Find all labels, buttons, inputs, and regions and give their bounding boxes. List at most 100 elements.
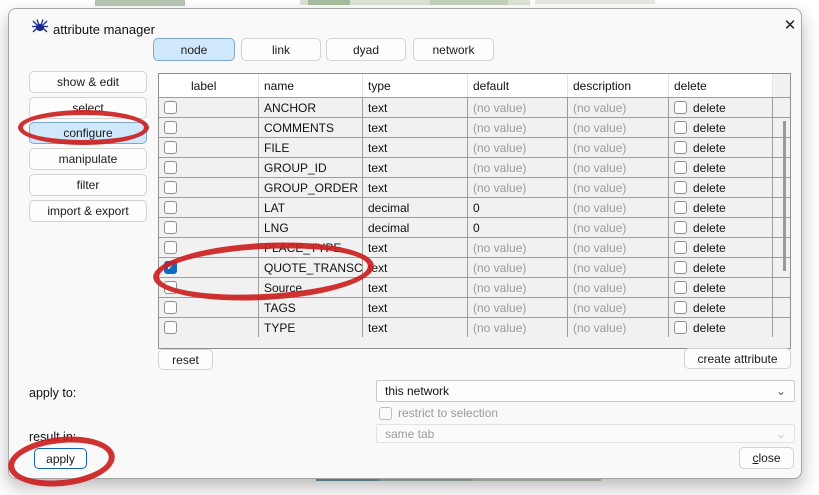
- description-cell[interactable]: (no value): [568, 98, 669, 117]
- row-label-checkbox[interactable]: [164, 181, 177, 194]
- row-label-checkbox[interactable]: ✓: [164, 261, 177, 274]
- dialog-title: attribute manager: [53, 22, 155, 37]
- app-icon: [31, 18, 49, 35]
- default-cell[interactable]: (no value): [468, 258, 568, 277]
- type-cell[interactable]: decimal: [363, 218, 468, 237]
- row-delete-checkbox[interactable]: [674, 101, 687, 114]
- row-label-checkbox[interactable]: [164, 141, 177, 154]
- column-header-type: type: [363, 74, 468, 97]
- type-cell[interactable]: text: [363, 178, 468, 197]
- row-delete-checkbox[interactable]: [674, 221, 687, 234]
- row-delete-checkbox[interactable]: [674, 241, 687, 254]
- create-attribute-button[interactable]: create attribute: [684, 348, 791, 369]
- default-cell[interactable]: (no value): [468, 158, 568, 177]
- description-cell[interactable]: (no value): [568, 118, 669, 137]
- name-cell[interactable]: LAT: [259, 198, 363, 217]
- tab-link[interactable]: link: [241, 38, 321, 61]
- row-label-checkbox[interactable]: [164, 121, 177, 134]
- description-cell[interactable]: (no value): [568, 258, 669, 277]
- row-delete-checkbox[interactable]: [674, 161, 687, 174]
- type-cell[interactable]: text: [363, 318, 468, 337]
- default-cell[interactable]: (no value): [468, 118, 568, 137]
- reset-button[interactable]: reset: [158, 349, 213, 370]
- row-delete-checkbox[interactable]: [674, 281, 687, 294]
- type-cell[interactable]: text: [363, 158, 468, 177]
- description-cell[interactable]: (no value): [568, 218, 669, 237]
- sidebar-item-select[interactable]: select: [29, 97, 147, 119]
- row-delete-checkbox[interactable]: [674, 121, 687, 134]
- apply-to-dropdown[interactable]: this network ⌄: [376, 380, 795, 402]
- name-cell[interactable]: LNG: [259, 218, 363, 237]
- name-cell[interactable]: QUOTE_TRANSCR...: [259, 258, 363, 277]
- type-cell[interactable]: text: [363, 298, 468, 317]
- name-cell[interactable]: TAGS: [259, 298, 363, 317]
- name-cell[interactable]: GROUP_ORDER: [259, 178, 363, 197]
- name-cell[interactable]: FILE: [259, 138, 363, 157]
- description-cell[interactable]: (no value): [568, 318, 669, 337]
- type-cell[interactable]: text: [363, 238, 468, 257]
- default-cell[interactable]: (no value): [468, 138, 568, 157]
- default-cell[interactable]: (no value): [468, 98, 568, 117]
- close-icon[interactable]: ✕: [777, 12, 803, 38]
- tab-dyad[interactable]: dyad: [326, 38, 406, 61]
- type-cell[interactable]: text: [363, 278, 468, 297]
- type-cell[interactable]: text: [363, 258, 468, 277]
- restrict-to-selection-checkbox[interactable]: [379, 407, 392, 420]
- type-cell[interactable]: text: [363, 98, 468, 117]
- default-cell[interactable]: (no value): [468, 298, 568, 317]
- delete-label: delete: [693, 281, 726, 295]
- tab-network[interactable]: network: [413, 38, 494, 61]
- name-cell[interactable]: Source: [259, 278, 363, 297]
- name-cell[interactable]: TYPE: [259, 318, 363, 337]
- name-cell[interactable]: ANCHOR: [259, 98, 363, 117]
- row-label-checkbox[interactable]: [164, 161, 177, 174]
- label-cell: [159, 118, 259, 137]
- row-label-checkbox[interactable]: [164, 221, 177, 234]
- row-delete-checkbox[interactable]: [674, 301, 687, 314]
- description-cell[interactable]: (no value): [568, 158, 669, 177]
- row-label-checkbox[interactable]: [164, 301, 177, 314]
- row-label-checkbox[interactable]: [164, 101, 177, 114]
- table-row: PLACE_TYPE text (no value) (no value) de…: [159, 237, 790, 257]
- row-delete-checkbox[interactable]: [674, 321, 687, 334]
- default-cell[interactable]: 0: [468, 198, 568, 217]
- vertical-scrollbar[interactable]: [783, 121, 786, 271]
- row-delete-checkbox[interactable]: [674, 201, 687, 214]
- row-label-checkbox[interactable]: [164, 241, 177, 254]
- delete-label: delete: [693, 301, 726, 315]
- close-button[interactable]: close: [739, 447, 794, 469]
- default-cell[interactable]: (no value): [468, 238, 568, 257]
- description-cell[interactable]: (no value): [568, 178, 669, 197]
- default-cell[interactable]: 0: [468, 218, 568, 237]
- row-delete-checkbox[interactable]: [674, 141, 687, 154]
- sidebar-item-import-export[interactable]: import & export: [29, 200, 147, 222]
- description-cell[interactable]: (no value): [568, 298, 669, 317]
- default-cell[interactable]: (no value): [468, 318, 568, 337]
- type-cell[interactable]: text: [363, 138, 468, 157]
- name-cell[interactable]: GROUP_ID: [259, 158, 363, 177]
- name-cell[interactable]: COMMENTS: [259, 118, 363, 137]
- sidebar-item-configure[interactable]: configure: [29, 122, 147, 144]
- row-label-checkbox[interactable]: [164, 321, 177, 334]
- row-label-checkbox[interactable]: [164, 201, 177, 214]
- description-cell[interactable]: (no value): [568, 138, 669, 157]
- type-cell[interactable]: decimal: [363, 198, 468, 217]
- apply-button[interactable]: apply: [34, 448, 87, 469]
- sidebar-item-filter[interactable]: filter: [29, 174, 147, 196]
- sidebar-item-show-edit[interactable]: show & edit: [29, 71, 147, 93]
- default-cell[interactable]: (no value): [468, 178, 568, 197]
- default-cell[interactable]: (no value): [468, 278, 568, 297]
- description-cell[interactable]: (no value): [568, 278, 669, 297]
- description-cell[interactable]: (no value): [568, 198, 669, 217]
- name-cell[interactable]: PLACE_TYPE: [259, 238, 363, 257]
- description-cell[interactable]: (no value): [568, 238, 669, 257]
- result-in-dropdown[interactable]: same tab ⌄: [376, 424, 795, 443]
- apply-to-value: this network: [385, 384, 449, 398]
- row-label-checkbox[interactable]: [164, 281, 177, 294]
- sidebar-item-manipulate[interactable]: manipulate: [29, 148, 147, 170]
- row-delete-checkbox[interactable]: [674, 261, 687, 274]
- delete-cell: delete: [669, 138, 773, 157]
- tab-node[interactable]: node: [153, 38, 235, 61]
- type-cell[interactable]: text: [363, 118, 468, 137]
- row-delete-checkbox[interactable]: [674, 181, 687, 194]
